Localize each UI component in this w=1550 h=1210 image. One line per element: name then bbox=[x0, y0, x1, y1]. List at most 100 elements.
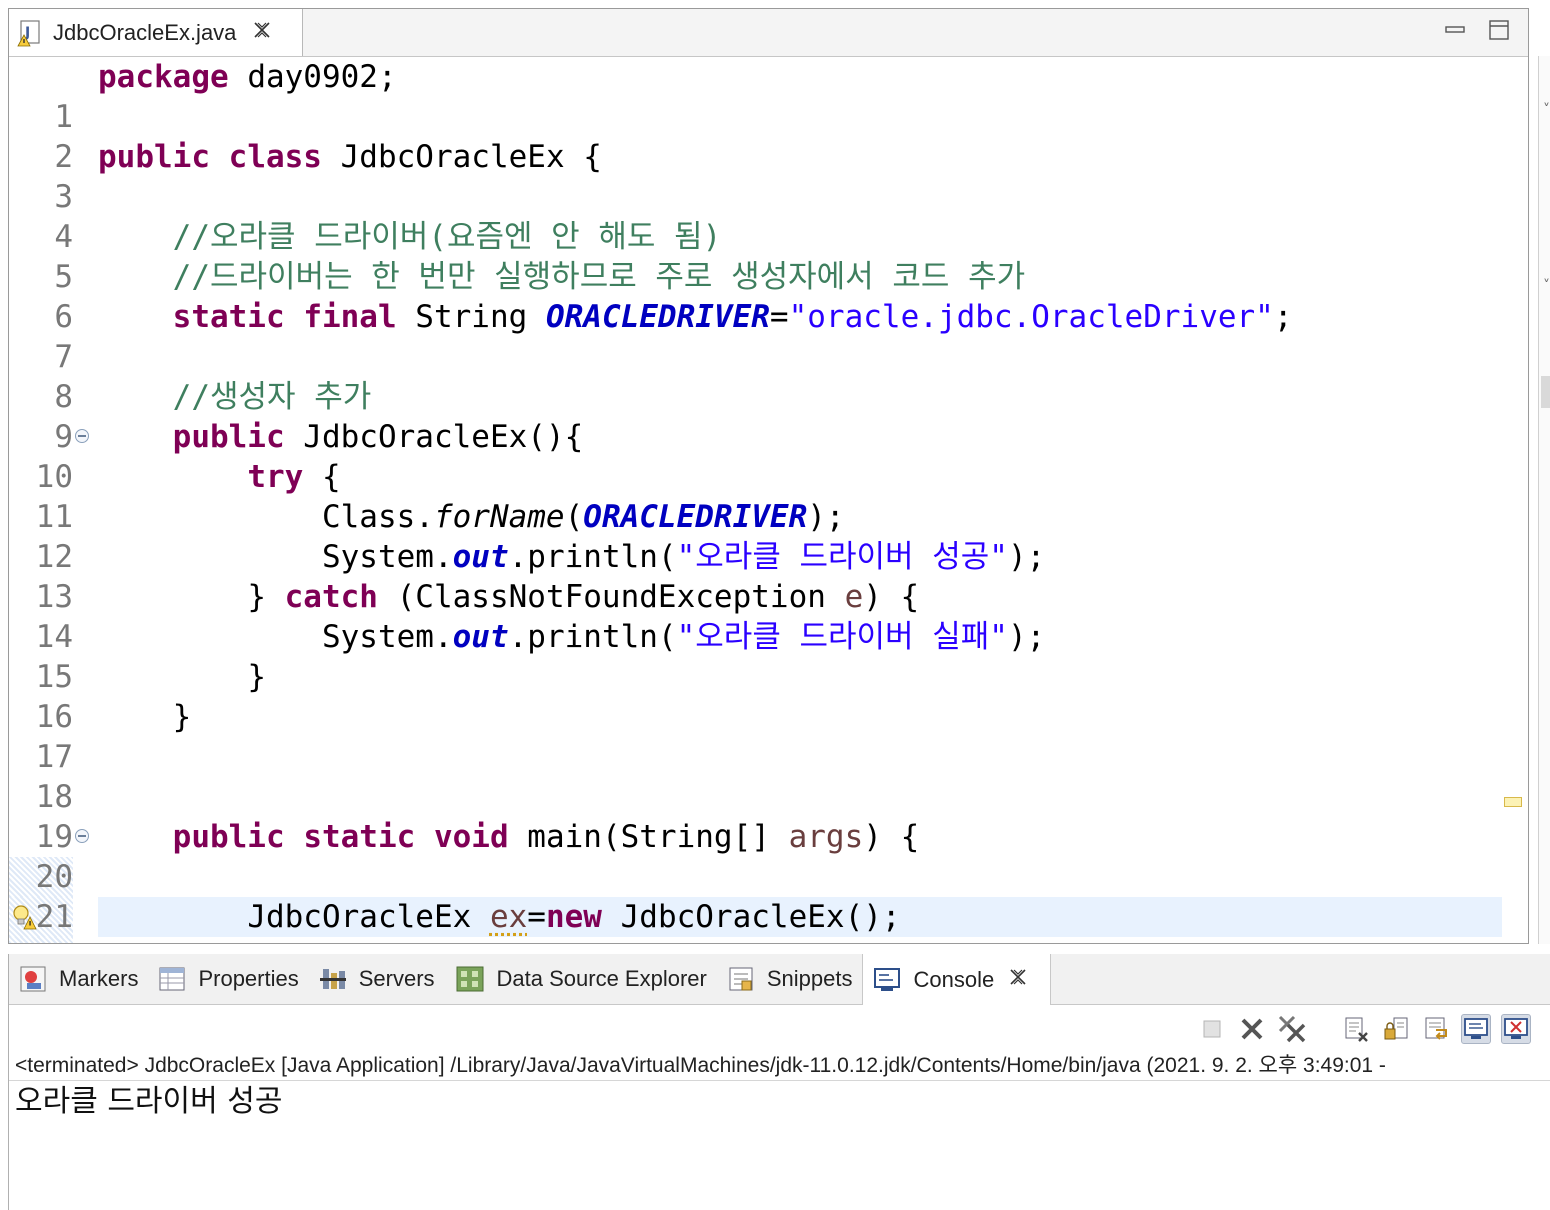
show-console-on-stderr-button[interactable] bbox=[1501, 1014, 1531, 1044]
code-line[interactable]: 20 public static void main(String[] args… bbox=[9, 817, 1528, 857]
properties-icon bbox=[158, 965, 186, 993]
code-token: } bbox=[247, 659, 266, 695]
scroll-thumb[interactable] bbox=[1541, 376, 1550, 408]
code-comment: //드라이버는 한 번만 실행하므로 주로 생성자에서 코드 추가 bbox=[173, 259, 1025, 295]
keyword: class bbox=[229, 139, 322, 175]
close-icon[interactable] bbox=[1008, 967, 1040, 993]
editor-tab-jdbcoracleex[interactable]: J JdbcOracleEx.java bbox=[9, 9, 303, 56]
snippets-icon bbox=[727, 965, 755, 993]
keyword: static bbox=[303, 819, 415, 855]
divider bbox=[9, 1080, 1550, 1081]
tab-console[interactable]: Console bbox=[862, 954, 1051, 1005]
console-toolbar bbox=[1197, 1012, 1531, 1046]
view-tab-bar: Markers Properties Servers Data Source E… bbox=[9, 954, 1550, 1005]
code-line[interactable]: 6 //드라이버는 한 번만 실행하므로 주로 생성자에서 코드 추가 bbox=[9, 257, 1528, 297]
code-line[interactable]: 5 //오라클 드라이버(요즘엔 안 해도 됨) bbox=[9, 217, 1528, 257]
code-token: ) { bbox=[863, 579, 919, 615]
code-token: .println( bbox=[509, 619, 677, 655]
close-icon[interactable] bbox=[252, 20, 272, 46]
code-line[interactable]: 16 } bbox=[9, 657, 1528, 697]
clear-console-button[interactable] bbox=[1341, 1014, 1371, 1044]
console-stdout-icon bbox=[1463, 1016, 1489, 1042]
remove-icon bbox=[1238, 1015, 1266, 1043]
code-line[interactable]: 21 bbox=[9, 857, 1528, 897]
string-literal: "오라클 드라이버 성공" bbox=[677, 539, 1008, 575]
code-token: ); bbox=[807, 499, 844, 535]
code-line[interactable]: 12 Class.forName(ORACLEDRIVER); bbox=[9, 497, 1528, 537]
code-token: { bbox=[303, 459, 340, 495]
code-token: String bbox=[397, 299, 546, 335]
console-output[interactable]: 오라클 드라이버 성공 bbox=[15, 1084, 282, 1120]
code-line[interactable]: 4 bbox=[9, 177, 1528, 217]
code-line[interactable]: 3 public class JdbcOracleEx { bbox=[9, 137, 1528, 177]
data-source-explorer-icon bbox=[455, 964, 485, 994]
code-line[interactable]: 9 //생성자 추가 bbox=[9, 377, 1528, 417]
code-token: ( bbox=[565, 499, 584, 535]
code-line-current[interactable]: 22 JdbcOracleEx ex=new JdbcOracleEx(); bbox=[9, 897, 1528, 937]
overview-ruler-warning-marker[interactable] bbox=[1504, 797, 1522, 807]
tab-data-source-explorer[interactable]: Data Source Explorer bbox=[445, 954, 717, 1004]
remove-all-terminated-button[interactable] bbox=[1277, 1014, 1307, 1044]
scroll-lock-button[interactable] bbox=[1381, 1014, 1411, 1044]
code-line[interactable]: 11 try { bbox=[9, 457, 1528, 497]
keyword: catch bbox=[285, 579, 378, 615]
word-wrap-button[interactable] bbox=[1421, 1014, 1451, 1044]
code-line[interactable]: 18 bbox=[9, 737, 1528, 777]
console-process-label: <terminated> JdbcOracleEx [Java Applicat… bbox=[15, 1052, 1550, 1080]
parameter: e bbox=[845, 579, 864, 615]
keyword: public bbox=[173, 419, 285, 455]
keyword: final bbox=[303, 299, 396, 335]
minimize-icon[interactable] bbox=[1444, 19, 1466, 41]
tab-markers[interactable]: Markers bbox=[9, 954, 148, 1004]
warning-lightbulb-icon[interactable] bbox=[11, 904, 37, 930]
tab-servers[interactable]: Servers bbox=[309, 954, 445, 1004]
code-line[interactable]: 13 System.out.println("오라클 드라이버 성공"); bbox=[9, 537, 1528, 577]
servers-icon bbox=[319, 965, 347, 993]
code-line[interactable]: 1 package day0902; bbox=[9, 57, 1528, 97]
code-token: ; bbox=[1274, 299, 1293, 335]
code-line[interactable]: 7 static final String ORACLEDRIVER="orac… bbox=[9, 297, 1528, 337]
outline-view-edge: ˅ ˅ bbox=[1538, 56, 1550, 944]
chevron-down-icon[interactable]: ˅ bbox=[1543, 278, 1550, 294]
remove-launch-button[interactable] bbox=[1237, 1014, 1267, 1044]
editor-tab-strip: J JdbcOracleEx.java bbox=[9, 9, 1528, 57]
string-literal: "오라클 드라이버 실패" bbox=[677, 619, 1008, 655]
code-editor[interactable]: 1 package day0902; 2 3 public class Jdbc… bbox=[9, 57, 1528, 943]
tab-label: Data Source Explorer bbox=[497, 966, 707, 992]
console-icon bbox=[873, 966, 901, 994]
markers-icon bbox=[19, 965, 47, 993]
tab-properties[interactable]: Properties bbox=[148, 954, 308, 1004]
code-token: JdbcOracleEx bbox=[247, 899, 490, 935]
code-token: day0902; bbox=[229, 59, 397, 95]
code-token: = bbox=[527, 899, 546, 935]
keyword: public bbox=[173, 819, 285, 855]
maximize-icon[interactable] bbox=[1488, 19, 1510, 41]
show-console-on-stdout-button[interactable] bbox=[1461, 1014, 1491, 1044]
keyword: package bbox=[98, 59, 229, 95]
editor-tab-title: JdbcOracleEx.java bbox=[53, 20, 236, 46]
code-line[interactable]: 8 bbox=[9, 337, 1528, 377]
stop-icon bbox=[1201, 1018, 1223, 1040]
code-token: ) { bbox=[863, 819, 919, 855]
code-line[interactable]: 19 bbox=[9, 777, 1528, 817]
code-token: } bbox=[173, 699, 192, 735]
static-field: out bbox=[453, 539, 509, 575]
code-token: main(String[] bbox=[509, 819, 789, 855]
code-line[interactable]: 14 } catch (ClassNotFoundException e) { bbox=[9, 577, 1528, 617]
tab-snippets[interactable]: Snippets bbox=[717, 954, 863, 1004]
chevron-down-icon[interactable]: ˅ bbox=[1543, 102, 1550, 118]
code-line[interactable]: 17 } bbox=[9, 697, 1528, 737]
terminate-button[interactable] bbox=[1197, 1014, 1227, 1044]
code-line[interactable]: 10 public JdbcOracleEx(){ bbox=[9, 417, 1528, 457]
code-token: JdbcOracleEx(){ bbox=[285, 419, 584, 455]
code-token: ); bbox=[1008, 619, 1045, 655]
code-token: ); bbox=[1008, 539, 1045, 575]
editor-window: J JdbcOracleEx.java 1 package day0902; 2… bbox=[8, 8, 1529, 944]
clear-console-icon bbox=[1342, 1015, 1370, 1043]
code-line[interactable]: 15 System.out.println("오라클 드라이버 실패"); bbox=[9, 617, 1528, 657]
code-line[interactable]: 2 bbox=[9, 97, 1528, 137]
console-stderr-icon bbox=[1503, 1016, 1529, 1042]
collapse-icon[interactable] bbox=[75, 429, 89, 443]
tab-label: Markers bbox=[59, 966, 138, 992]
collapse-icon[interactable] bbox=[75, 829, 89, 843]
